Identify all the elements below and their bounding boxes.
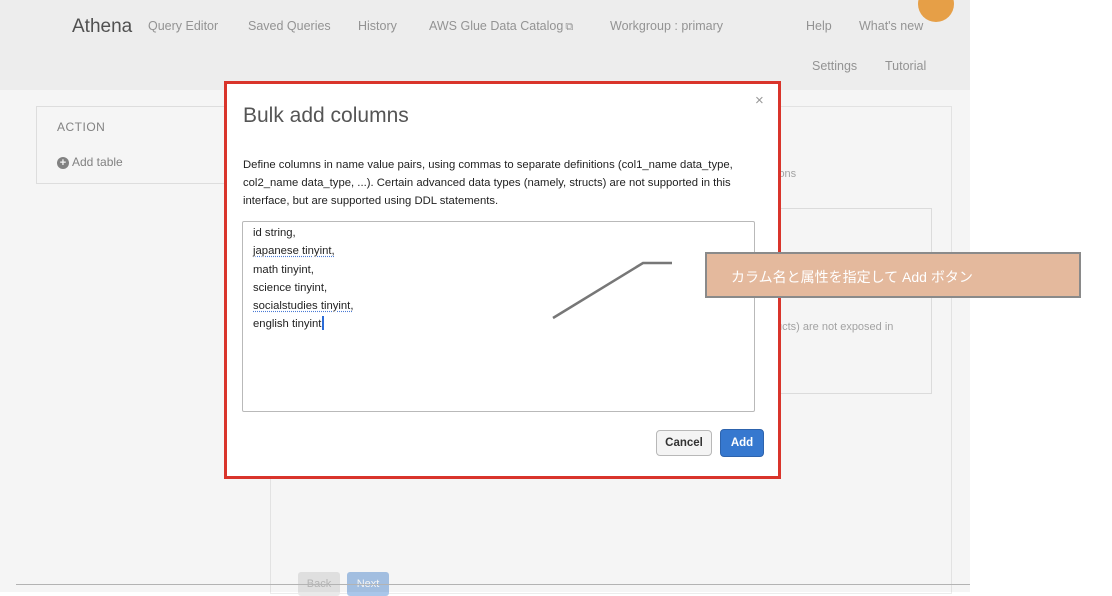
annotation-text: カラム名と属性を指定して Add ボタン (731, 269, 973, 285)
annotation-callout: カラム名と属性を指定して Add ボタン (705, 252, 1081, 298)
callout-leader (552, 261, 672, 320)
